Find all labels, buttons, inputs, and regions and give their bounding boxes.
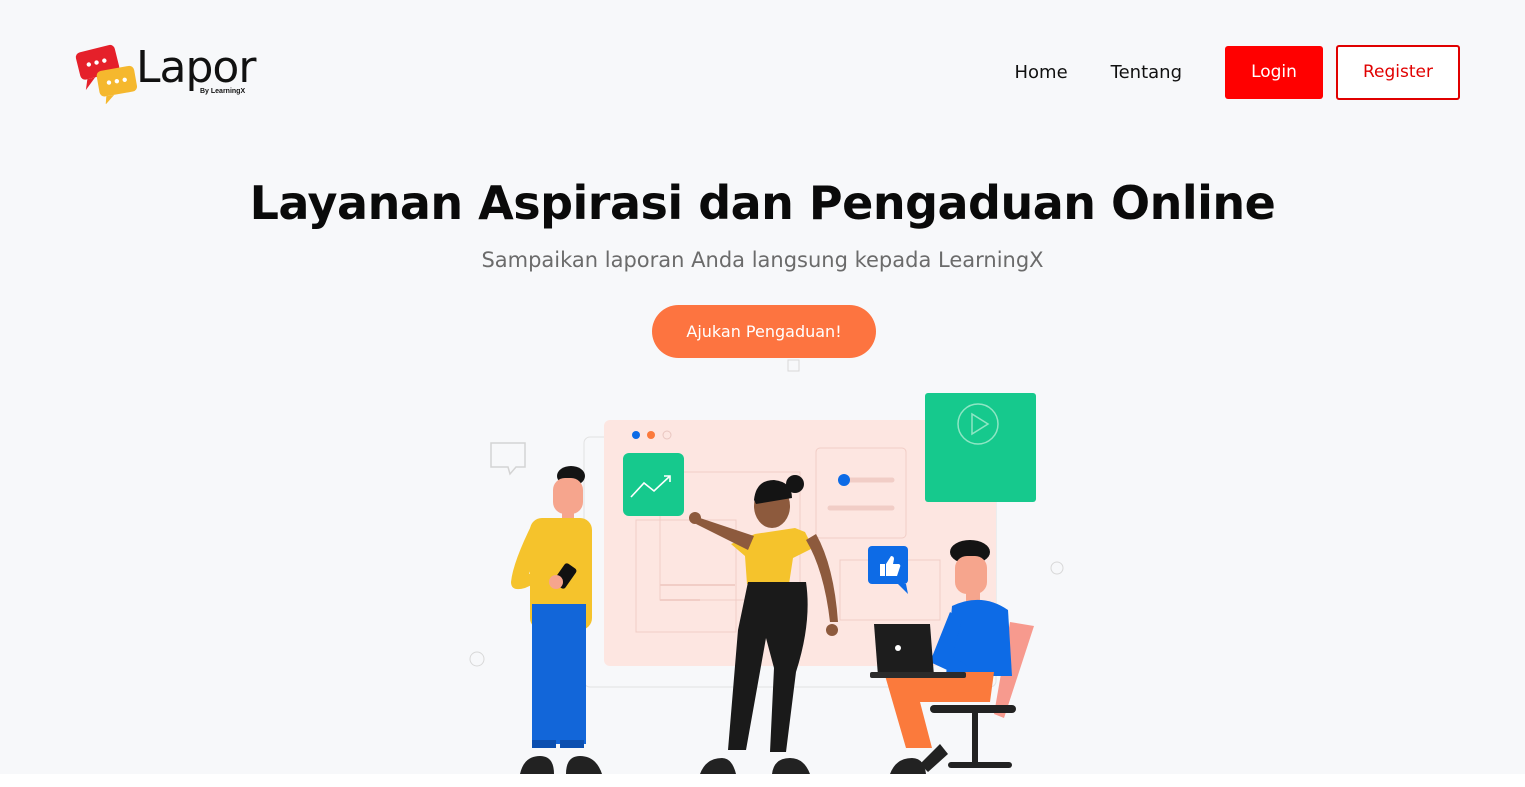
nav-tentang-link[interactable]: Tentang bbox=[1111, 62, 1182, 83]
decor-circle-left bbox=[469, 651, 485, 667]
chat-bubbles-logo-icon bbox=[75, 44, 138, 104]
brand-tagline: By LearningX bbox=[200, 88, 246, 95]
chart-card bbox=[623, 453, 684, 516]
laptop-icon bbox=[874, 624, 934, 676]
nav-home-link[interactable]: Home bbox=[1015, 62, 1068, 83]
person-man-phone bbox=[511, 466, 602, 774]
window-dot-orange bbox=[647, 431, 655, 439]
decor-square bbox=[787, 359, 800, 372]
window-dot-blue bbox=[632, 431, 640, 439]
hero-subtitle: Sampaikan laporan Anda langsung kepada L… bbox=[481, 248, 1044, 272]
decor-circle-right bbox=[1050, 561, 1064, 575]
slider-knob bbox=[838, 474, 850, 486]
brand-logo[interactable]: Lapor By LearningX bbox=[74, 40, 284, 104]
main-nav: Home Tentang Login Register bbox=[1015, 44, 1460, 100]
register-button[interactable]: Register bbox=[1336, 44, 1460, 100]
chat-bubble-icon bbox=[490, 442, 526, 476]
hero-illustration bbox=[469, 359, 1064, 774]
submit-complaint-button[interactable]: Ajukan Pengaduan! bbox=[652, 305, 876, 358]
video-card bbox=[925, 393, 1036, 502]
hero-title: Layanan Aspirasi dan Pengaduan Online bbox=[249, 176, 1276, 230]
login-button[interactable]: Login bbox=[1225, 45, 1323, 99]
